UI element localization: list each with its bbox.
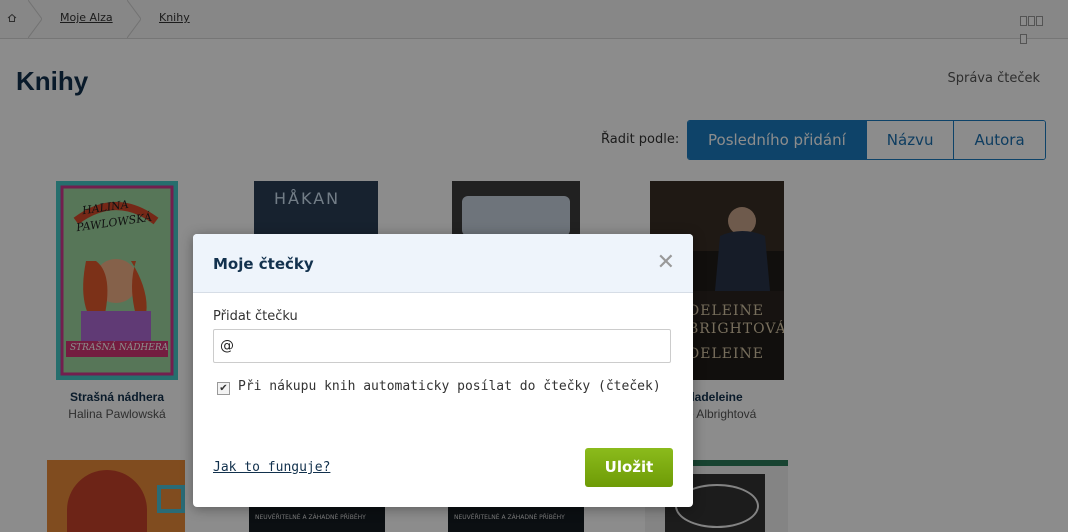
auto-send-checkbox[interactable]: ✔ xyxy=(217,382,230,395)
add-reader-label: Přidat čtečku xyxy=(213,309,298,324)
auto-send-label[interactable]: Při nákupu knih automaticky posílat do č… xyxy=(238,379,661,394)
save-button[interactable]: Uložit xyxy=(585,448,673,487)
dialog-title: Moje čtečky xyxy=(213,255,314,273)
reader-email-input[interactable] xyxy=(213,329,671,363)
close-icon[interactable]: ✕ xyxy=(657,251,675,273)
readers-dialog: Moje čtečky ✕ Přidat čtečku ✔ Při nákupu… xyxy=(193,234,693,507)
how-it-works-link[interactable]: Jak to funguje? xyxy=(213,460,330,475)
dialog-header: Moje čtečky ✕ xyxy=(193,234,693,293)
